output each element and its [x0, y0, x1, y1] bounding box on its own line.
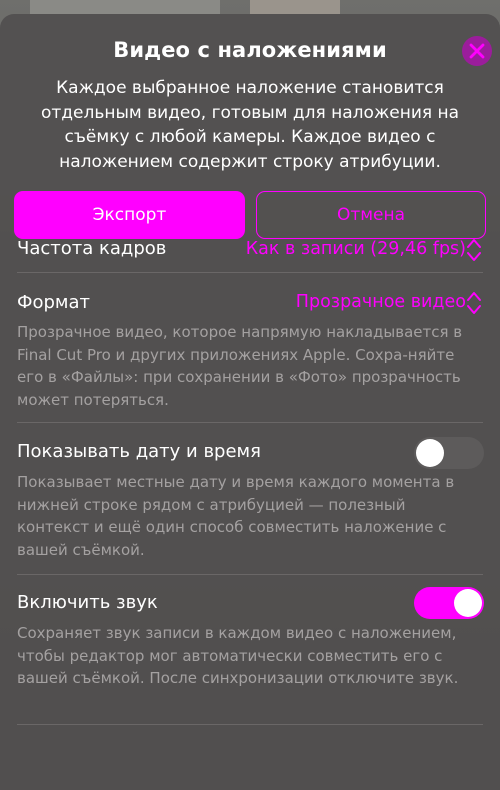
toggle-knob [454, 589, 482, 617]
toggle-knob [416, 439, 444, 467]
framerate-label: Частота кадров [17, 238, 167, 259]
format-description: Прозрачное видео, которое напрямую накла… [17, 323, 463, 409]
sound-toggle[interactable] [414, 587, 484, 619]
datetime-toggle[interactable] [414, 437, 484, 469]
background-photo-strip [30, 0, 220, 14]
background-photo-strip [250, 0, 340, 14]
overlay-video-sheet: Видео с наложениями Каждое выбранное нал… [0, 14, 500, 790]
chevron-up-down-icon[interactable] [466, 289, 482, 317]
divider [17, 574, 483, 575]
sound-description: Сохраняет звук записи в каждом видео с н… [17, 624, 459, 687]
divider [17, 724, 483, 725]
divider [17, 272, 483, 273]
export-button[interactable]: Экспорт [14, 191, 245, 239]
dialog-description: Каждое выбранное наложение становится от… [40, 78, 460, 172]
close-button[interactable] [462, 36, 492, 66]
divider [17, 422, 483, 423]
cancel-button[interactable]: Отмена [256, 191, 486, 239]
close-icon [469, 43, 485, 59]
sound-label: Включить звук [17, 592, 158, 613]
datetime-description: Показывает местные дату и время каждого … [17, 473, 455, 559]
framerate-select[interactable]: Как в записи (29,46 fps) [246, 239, 466, 259]
format-label: Формат [17, 292, 91, 313]
format-select[interactable]: Прозрачное видео [296, 292, 466, 312]
chevron-up-down-icon[interactable] [466, 236, 482, 264]
datetime-label: Показывать дату и время [17, 441, 261, 462]
dialog-title: Видео с наложениями [113, 38, 387, 62]
